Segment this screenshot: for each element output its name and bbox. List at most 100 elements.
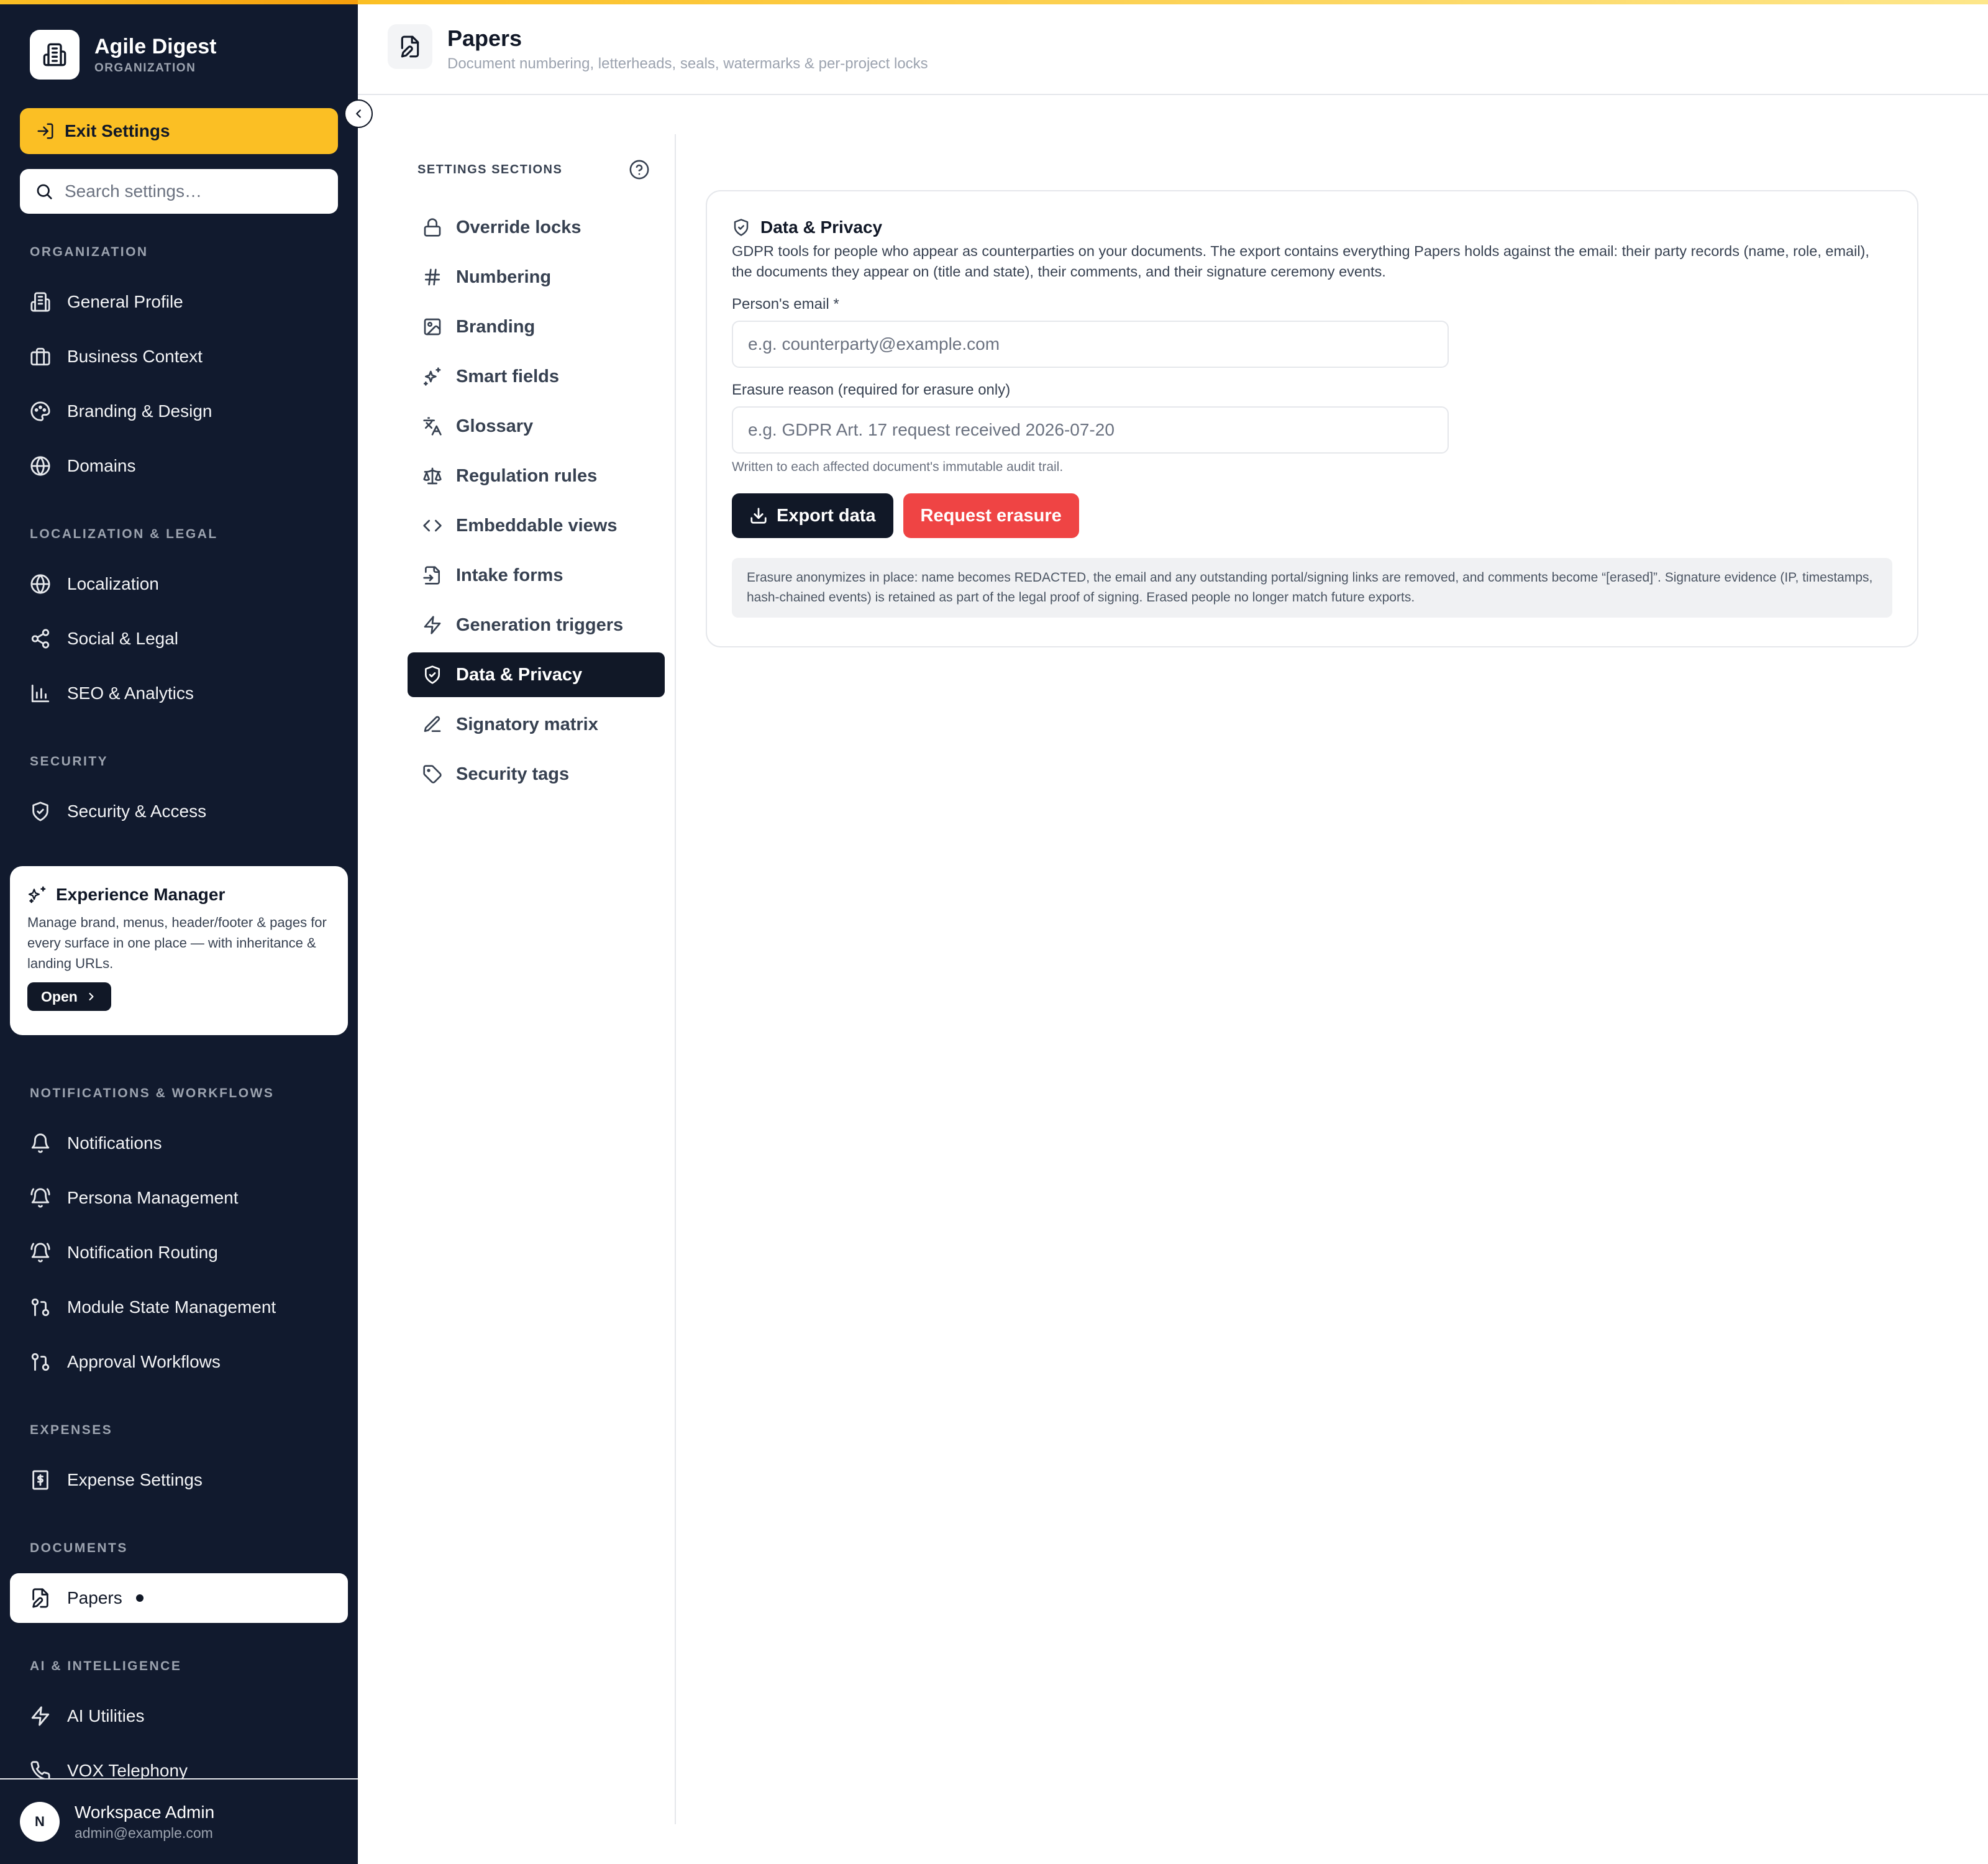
section-label-localization-legal: LOCALIZATION & LEGAL — [30, 527, 218, 541]
open-label: Open — [41, 988, 78, 1005]
sidebar-item-label: Persona Management — [67, 1188, 239, 1207]
sidebar-item-label: Expense Settings — [67, 1470, 203, 1489]
section-data-privacy[interactable]: Data & Privacy — [408, 652, 665, 697]
experience-manager-open-button[interactable]: Open — [27, 982, 111, 1011]
languages-icon — [423, 417, 442, 436]
bell-ring-icon — [30, 1188, 50, 1208]
sidebar-item-business-context[interactable]: Business Context — [30, 339, 203, 374]
export-data-label: Export data — [777, 505, 876, 526]
user-email: admin@example.com — [75, 1824, 213, 1841]
section-label: Data & Privacy — [456, 664, 583, 685]
user-profile[interactable]: N Workspace Admin admin@example.com — [0, 1778, 358, 1864]
shield-check-icon — [32, 802, 48, 821]
reason-label: Erasure reason (required for erasure onl… — [732, 381, 1011, 398]
settings-search[interactable] — [20, 169, 338, 214]
sidebar-item-module-state-management[interactable]: Module State Management — [30, 1290, 276, 1325]
collapse-sidebar-button[interactable] — [344, 99, 373, 128]
section-signatory-matrix[interactable]: Signatory matrix — [408, 702, 665, 747]
section-label: Regulation rules — [456, 465, 598, 486]
erasure-reason-field[interactable] — [748, 420, 1448, 440]
search-input[interactable] — [65, 181, 326, 201]
sidebar-item-expense-settings[interactable]: Expense Settings — [30, 1463, 203, 1497]
globe-icon — [30, 456, 50, 476]
bar-chart-icon — [31, 684, 50, 703]
reason-hint: Written to each affected document's immu… — [732, 460, 1064, 474]
org-subtitle: ORGANIZATION — [94, 62, 196, 75]
export-data-button[interactable]: Export data — [732, 493, 893, 538]
section-security-tags[interactable]: Security tags — [408, 752, 665, 797]
section-label-security: SECURITY — [30, 754, 109, 769]
request-erasure-label: Request erasure — [920, 505, 1062, 526]
section-label: Signatory matrix — [456, 714, 598, 734]
file-edit-icon — [32, 1588, 48, 1608]
request-erasure-button[interactable]: Request erasure — [903, 493, 1079, 538]
sidebar-item-social-legal[interactable]: Social & Legal — [30, 621, 178, 656]
sidebar-item-approval-workflows[interactable]: Approval Workflows — [30, 1345, 221, 1379]
pen-icon — [424, 716, 441, 732]
settings-sections-nav: SETTINGS SECTIONS Override locks Numberi… — [408, 134, 676, 1824]
section-label: Numbering — [456, 267, 552, 287]
sidebar-item-security-access[interactable]: Security & Access — [30, 794, 206, 829]
sidebar-item-persona-management[interactable]: Persona Management — [30, 1181, 239, 1215]
section-label: Branding — [456, 316, 536, 337]
sidebar-item-label: Notifications — [67, 1133, 162, 1153]
section-label-expenses: EXPENSES — [30, 1423, 113, 1437]
avatar: N — [20, 1802, 60, 1842]
chevron-left-icon — [356, 109, 361, 118]
sidebar-item-branding-design[interactable]: Branding & Design — [30, 394, 212, 429]
email-field[interactable] — [748, 334, 1448, 354]
help-circle-icon[interactable] — [629, 159, 650, 180]
share-icon — [31, 629, 50, 649]
email-field-wrapper — [732, 321, 1449, 368]
search-icon — [37, 184, 52, 199]
card-description: GDPR tools for people who appear as coun… — [732, 243, 1869, 280]
section-embeddable-views[interactable]: Embeddable views — [408, 503, 665, 548]
download-icon — [750, 508, 767, 524]
hash-icon — [425, 268, 440, 286]
sidebar-item-label: Papers — [67, 1588, 122, 1607]
sidebar-item-label: Security & Access — [67, 802, 207, 821]
section-glossary[interactable]: Glossary — [408, 404, 665, 449]
card-title: Data & Privacy — [760, 217, 883, 237]
shield-check-icon — [734, 219, 749, 236]
building-icon — [30, 292, 50, 312]
sidebar-item-notification-routing[interactable]: Notification Routing — [30, 1235, 218, 1270]
section-branding[interactable]: Branding — [408, 304, 665, 349]
sidebar-item-papers[interactable]: Papers — [10, 1573, 348, 1623]
sidebar-item-label: General Profile — [67, 292, 183, 311]
sidebar-item-general-profile[interactable]: General Profile — [30, 285, 183, 319]
sidebar-item-label: SEO & Analytics — [67, 683, 194, 703]
git-pull-request-icon — [31, 1353, 50, 1371]
sidebar-item-label: Branding & Design — [67, 401, 212, 421]
user-name: Workspace Admin — [75, 1802, 215, 1822]
sidebar-item-domains[interactable]: Domains — [30, 449, 135, 483]
section-label-notifications-workflows: NOTIFICATIONS & WORKFLOWS — [30, 1086, 275, 1100]
section-generation-triggers[interactable]: Generation triggers — [408, 603, 665, 647]
section-numbering[interactable]: Numbering — [408, 255, 665, 299]
sparkles-icon — [424, 367, 441, 386]
section-intake-forms[interactable]: Intake forms — [408, 553, 665, 598]
section-override-locks[interactable]: Override locks — [408, 205, 665, 250]
page-header: Papers Document numbering, letterheads, … — [358, 4, 1988, 95]
email-label: Person's email * — [732, 296, 839, 313]
sidebar-item-seo-analytics[interactable]: SEO & Analytics — [30, 676, 194, 711]
bell-ring-icon — [30, 1243, 50, 1263]
exit-settings-label: Exit Settings — [65, 121, 170, 140]
section-label: Intake forms — [456, 565, 563, 585]
zap-icon — [424, 616, 441, 634]
reason-field-wrapper — [732, 406, 1449, 454]
sparkles-icon — [28, 886, 46, 903]
sidebar-item-notifications[interactable]: Notifications — [30, 1126, 162, 1161]
top-accent-bar — [358, 0, 1988, 4]
sidebar-item-localization[interactable]: Localization — [30, 567, 159, 601]
section-label-documents: DOCUMENTS — [30, 1541, 128, 1555]
sidebar-item-ai-utilities[interactable]: AI Utilities — [30, 1699, 144, 1734]
sidebar-item-label: Localization — [67, 574, 159, 593]
section-label: Security tags — [456, 764, 570, 784]
sidebar-item-label: Module State Management — [67, 1297, 276, 1317]
section-smart-fields[interactable]: Smart fields — [408, 354, 665, 399]
org-name: Agile Digest — [94, 35, 217, 58]
section-label: Smart fields — [456, 366, 559, 386]
exit-settings-button[interactable]: Exit Settings — [20, 108, 338, 154]
section-regulation-rules[interactable]: Regulation rules — [408, 454, 665, 498]
